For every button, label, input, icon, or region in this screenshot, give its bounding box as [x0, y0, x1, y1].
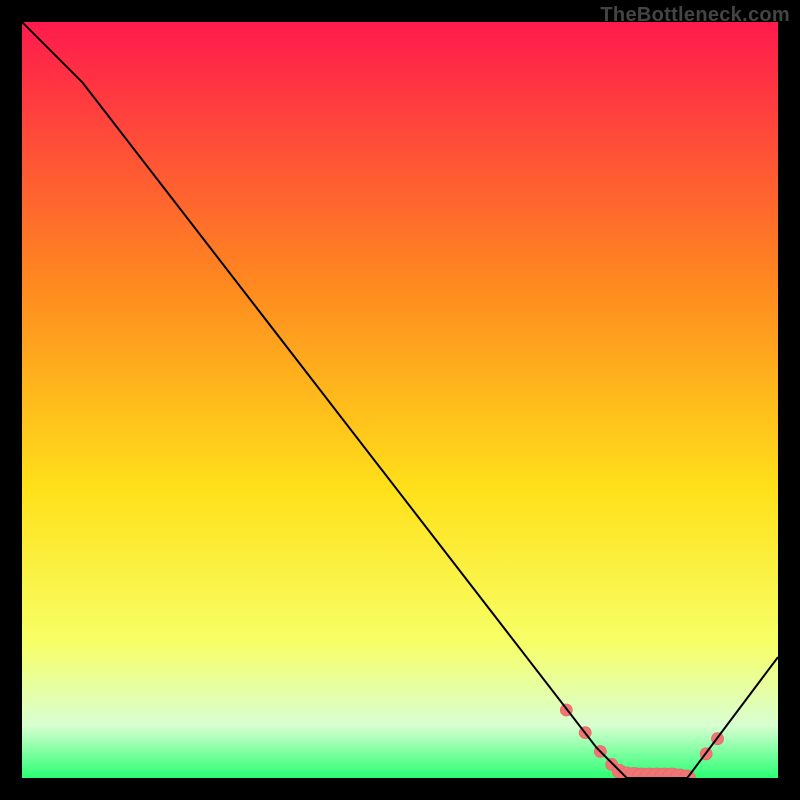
chart-container: { "watermark": "TheBottleneck.com", "col… — [0, 0, 800, 800]
bottleneck-chart — [22, 22, 778, 778]
watermark-text: TheBottleneck.com — [600, 4, 790, 27]
heat-gradient-bg — [22, 22, 778, 778]
